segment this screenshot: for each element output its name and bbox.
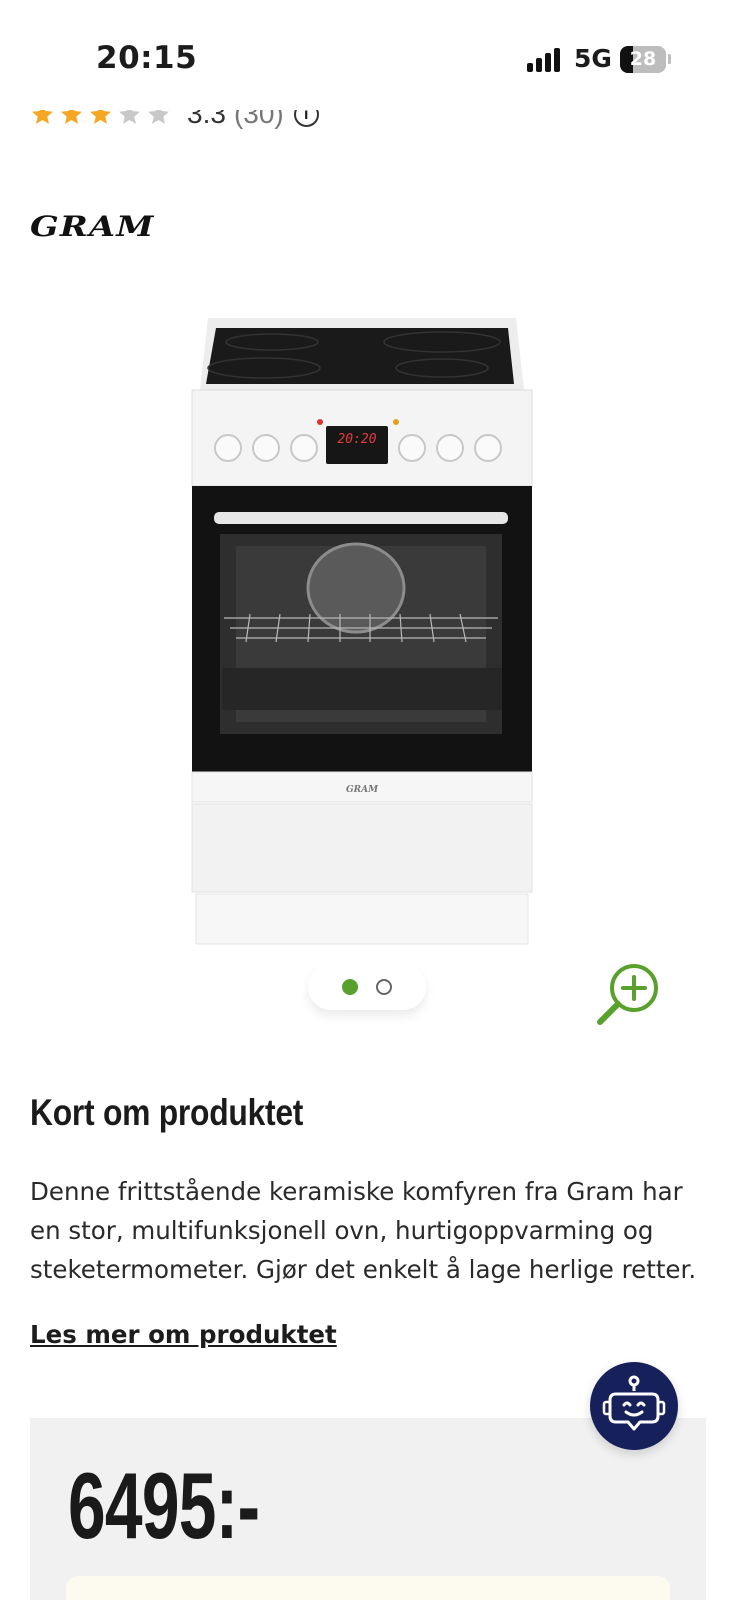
product-description: Denne frittstående keramiske komfyren fr… xyxy=(30,1177,697,1284)
zoom-in-icon[interactable] xyxy=(592,960,662,1030)
purchase-card[interactable] xyxy=(66,1576,670,1600)
image-carousel-indicator[interactable] xyxy=(308,964,426,1010)
section-title: Kort om produktet xyxy=(30,1092,304,1133)
price-panel: 6495:- xyxy=(30,1418,706,1600)
battery-tip xyxy=(668,54,671,64)
oven-display: 20:20 xyxy=(337,432,376,447)
read-more-link[interactable]: Les mer om produktet xyxy=(30,1320,337,1349)
oven-brand-label: GRAM xyxy=(346,785,379,795)
brand-logo[interactable]: GRAM xyxy=(30,210,155,243)
status-time: 20:15 xyxy=(96,40,198,76)
carousel-dot-2[interactable] xyxy=(376,979,392,995)
chatbot-button[interactable] xyxy=(590,1362,678,1450)
battery-icon: 28 xyxy=(620,46,666,73)
carousel-dot-1[interactable] xyxy=(342,979,358,995)
battery-level: 28 xyxy=(629,48,657,70)
price: 6495:- xyxy=(68,1453,260,1558)
chatbot-icon xyxy=(602,1375,666,1431)
status-bar: 20:15 5G 28 xyxy=(0,0,736,110)
signal-icon xyxy=(527,48,563,72)
product-image[interactable]: 20:20 GRAM xyxy=(190,318,534,958)
network-label: 5G xyxy=(574,44,612,73)
